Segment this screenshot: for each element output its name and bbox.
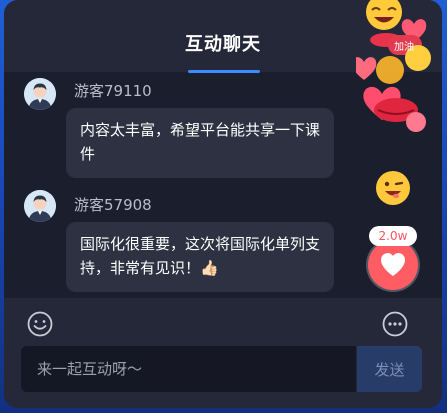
- avatar: [24, 190, 56, 222]
- smiley-icon[interactable]: [26, 310, 54, 338]
- wink-emoji-icon: [375, 170, 411, 206]
- more-icon[interactable]: [381, 310, 409, 338]
- like-button[interactable]: [368, 240, 418, 290]
- chat-footer: 发送: [4, 298, 442, 408]
- chat-input[interactable]: [21, 346, 356, 392]
- floating-reactions: 加油: [351, 0, 434, 140]
- message-bubble: 内容太丰富，希望平台能共享一下课件: [66, 108, 334, 178]
- message-bubble: 国际化很重要，这次将国际化单列支持，非常有见识！👍🏻: [66, 222, 334, 292]
- message-text: 内容太丰富，希望平台能共享一下课件: [80, 121, 321, 163]
- thumbs-up-emoji: 👍🏻: [200, 259, 219, 277]
- cheer-badge: 加油: [394, 42, 414, 53]
- username: 游客79110: [74, 82, 152, 100]
- like-count-badge: 2.0w: [369, 226, 417, 246]
- chat-input-wrapper: [21, 346, 356, 392]
- avatar: [24, 78, 56, 110]
- send-button[interactable]: 发送: [357, 346, 422, 392]
- username: 游客57908: [74, 196, 152, 214]
- heart-icon: [381, 253, 405, 276]
